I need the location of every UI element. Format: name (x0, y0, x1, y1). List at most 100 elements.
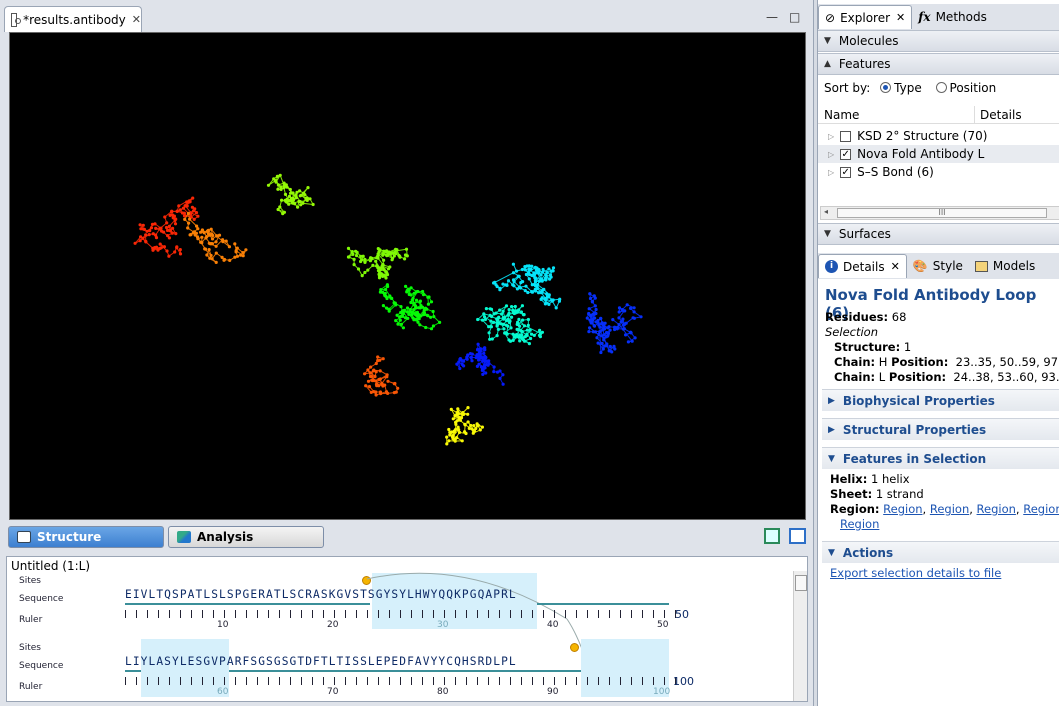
editor-tabbar: *results.antibody ✕ — □ (0, 4, 814, 32)
expand-icon[interactable]: ▷ (828, 168, 834, 177)
close-icon[interactable]: ✕ (891, 260, 900, 273)
sequence-text[interactable]: EIVLTQSPATLSLSPGERATLSCRASKGVSTSGYSYLHWY… (125, 588, 517, 601)
chain-h-line: Chain: H Position: 23..35, 50..59, 97..1… (834, 355, 1059, 369)
section-biophysical[interactable]: ▶ Biophysical Properties (822, 389, 1059, 411)
editor-tab-label: *results.antibody (23, 12, 126, 27)
feature-checkbox[interactable]: ✓ (840, 166, 852, 178)
fit-view-icon[interactable] (764, 528, 780, 544)
ruler-number: 60 (217, 687, 229, 697)
row-end-number: 50 (675, 608, 689, 621)
feature-row-ksd[interactable]: ▷ KSD 2° Structure (70) (818, 127, 1059, 145)
tab-methods[interactable]: fx Methods (912, 5, 993, 29)
ruler-number: 30 (437, 620, 449, 630)
ruler-number: 20 (327, 620, 339, 630)
feature-checkbox[interactable]: ✓ (840, 148, 852, 160)
structure-icon (17, 531, 31, 543)
sort-type-radio[interactable] (880, 82, 892, 93)
region-line-2: Region (840, 517, 879, 531)
tab-structure-label: Structure (37, 530, 102, 544)
models-icon (974, 260, 988, 272)
editor-pane: *results.antibody ✕ — □ Structure Analys… (0, 0, 814, 706)
protein-structure-render (133, 173, 643, 446)
explorer-tabbar: ⊘ Explorer ✕ fx Methods (818, 4, 1059, 30)
helix-line: Helix: 1 helix (830, 472, 910, 486)
ruler-number: 10 (217, 620, 229, 630)
ruler-number: 70 (327, 687, 339, 697)
region-line: Region: Region, Region, Region, Region, … (830, 502, 1059, 516)
chevron-right-icon: ▶ (828, 395, 835, 406)
chevron-up-icon: ▲ (824, 59, 831, 69)
maximize-panel-icon[interactable] (789, 528, 806, 544)
scroll-thumb[interactable]: III (837, 208, 1047, 218)
section-label: Surfaces (838, 227, 891, 241)
sequence-underline (537, 603, 669, 605)
feature-label: S–S Bond (6) (857, 165, 934, 179)
section-surfaces[interactable]: ▼ Surfaces (818, 223, 1059, 245)
sequence-scrollbar[interactable] (793, 571, 807, 701)
expand-icon[interactable]: ▷ (828, 150, 834, 159)
sort-by-label: Sort by: (824, 81, 871, 95)
close-icon[interactable]: ✕ (132, 13, 141, 26)
column-name[interactable]: Name (824, 108, 859, 122)
region-link[interactable]: Region (977, 502, 1016, 516)
feature-label: Nova Fold Antibody L (857, 147, 985, 161)
tab-details[interactable]: i Details ✕ (818, 254, 907, 278)
feature-row-nova-fold[interactable]: ▷ ✓ Nova Fold Antibody L (818, 145, 1059, 163)
tab-style[interactable]: 🎨 Style (907, 254, 969, 278)
selection-label: Selection (825, 325, 878, 339)
ruler-number: 100 (653, 687, 671, 697)
sheet-line: Sheet: 1 strand (830, 487, 924, 501)
section-features[interactable]: ▲ Features (818, 53, 1059, 75)
ruler-number: 40 (547, 620, 559, 630)
region-link[interactable]: Region (930, 502, 969, 516)
track-label-sequence: Sequence (19, 594, 64, 604)
sequence-text[interactable]: LIYLASYLESGVPARFSGSGSGTDFTLTISSLEPEDFAVY… (125, 655, 517, 668)
feature-row-ss-bond[interactable]: ▷ ✓ S–S Bond (6) (818, 163, 1059, 181)
scroll-left-icon[interactable]: ◂ (824, 207, 828, 216)
section-molecules[interactable]: ▼ Molecules (818, 30, 1059, 52)
track-label-sites: Sites (19, 643, 41, 653)
ruler-number: 80 (437, 687, 449, 697)
expand-icon[interactable]: ▷ (828, 132, 834, 141)
region-link[interactable]: Region (840, 517, 879, 531)
chevron-down-icon: ▼ (824, 36, 831, 46)
tab-analysis[interactable]: Analysis (168, 526, 324, 548)
tab-models[interactable]: Models (969, 254, 1041, 278)
maximize-button[interactable]: □ (789, 10, 800, 24)
ruler-number: 50 (657, 620, 669, 630)
ruler-number: 90 (547, 687, 559, 697)
track-label-sequence: Sequence (19, 661, 64, 671)
tab-explorer[interactable]: ⊘ Explorer ✕ (818, 5, 913, 29)
editor-tab-results[interactable]: *results.antibody ✕ (4, 6, 142, 32)
section-actions[interactable]: ▼ Actions (822, 541, 1059, 563)
tab-structure[interactable]: Structure (8, 526, 164, 548)
info-icon: i (825, 260, 838, 273)
sequence-panel: Untitled (1:L) Sites Sequence Ruler EIVL… (6, 556, 808, 702)
selection-highlight (141, 639, 229, 697)
chevron-down-icon: ▼ (828, 453, 835, 464)
explorer-pane: ⊘ Explorer ✕ fx Methods ▼ Molecules ▲ Fe… (817, 0, 1059, 706)
chart-icon (177, 531, 191, 543)
palette-icon: 🎨 (912, 259, 928, 273)
minimize-button[interactable]: — (766, 10, 778, 24)
details-tabbar: i Details ✕ 🎨 Style Models (818, 253, 1059, 279)
section-features-in-selection[interactable]: ▼ Features in Selection (822, 447, 1059, 469)
ruler-ticks (125, 677, 677, 685)
chevron-down-icon: ▼ (828, 547, 835, 558)
column-details[interactable]: Details (980, 108, 1022, 122)
export-details-link[interactable]: Export selection details to file (830, 566, 1001, 580)
sequence-row-1: Sites Sequence Ruler EIVLTQSPATLSLSPGERA… (7, 571, 792, 650)
feature-checkbox[interactable] (840, 130, 852, 142)
region-link[interactable]: Region (1023, 502, 1059, 516)
close-icon[interactable]: ✕ (896, 11, 905, 24)
sort-type-label: Type (894, 81, 922, 95)
sort-position-radio[interactable] (935, 82, 947, 93)
view-tabs: Structure Analysis (8, 526, 808, 550)
feature-hscrollbar[interactable]: ◂ III (820, 206, 1059, 220)
fx-icon: fx (918, 10, 931, 24)
region-link[interactable]: Region (883, 502, 922, 516)
sort-position-label: Position (949, 81, 997, 95)
site-marker[interactable] (570, 643, 579, 652)
section-structural[interactable]: ▶ Structural Properties (822, 418, 1059, 440)
molecule-3d-viewport[interactable] (9, 32, 806, 520)
